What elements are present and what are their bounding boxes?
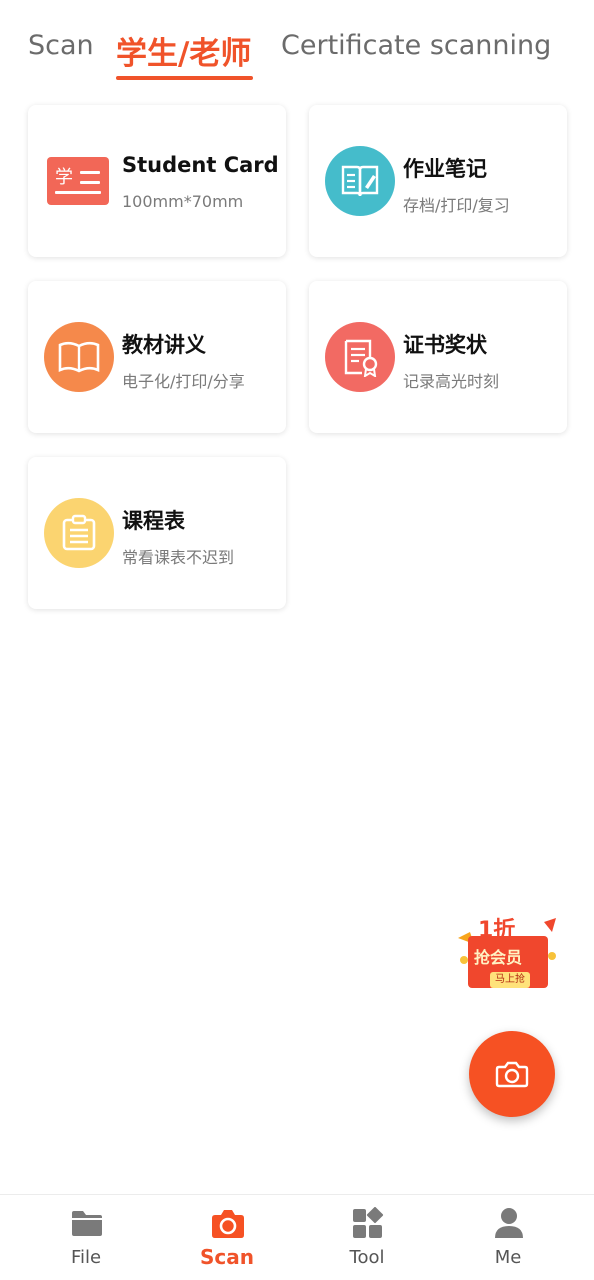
- active-tab-indicator: [116, 76, 253, 80]
- card-title: 教材讲义: [122, 333, 206, 357]
- camera-icon: [495, 1061, 529, 1088]
- nav-label: Tool: [349, 1247, 385, 1268]
- tab-student-teacher[interactable]: 学生/老师: [116, 28, 251, 73]
- camera-icon: [212, 1210, 244, 1238]
- card-title: 作业笔记: [403, 157, 487, 181]
- top-tabs: Scan 学生/老师 Certificate scanning: [0, 0, 594, 90]
- open-book-icon: [44, 322, 114, 392]
- nav-me[interactable]: Me: [458, 1195, 558, 1280]
- student-card-icon-char: 学: [55, 167, 73, 188]
- card-student-card[interactable]: 学 Student Card 100mm*70mm: [28, 105, 286, 257]
- card-subtitle: 存档/打印/复习: [403, 196, 510, 215]
- clipboard-icon: [44, 498, 114, 568]
- nav-label: Me: [494, 1247, 522, 1268]
- card-subtitle: 常看课表不迟到: [122, 548, 235, 567]
- nav-file[interactable]: File: [36, 1195, 136, 1280]
- vip-promo-badge[interactable]: 1折 抢会员 马上抢: [452, 908, 562, 1000]
- card-title: 证书奖状: [403, 333, 487, 357]
- card-title: 课程表: [122, 509, 185, 533]
- nav-label: File: [70, 1247, 102, 1268]
- card-certificates-awards[interactable]: 证书奖状 记录高光时刻: [309, 281, 567, 433]
- card-subtitle: 电子化/打印/分享: [122, 372, 245, 391]
- nav-tool[interactable]: Tool: [317, 1195, 417, 1280]
- card-subtitle: 记录高光时刻: [403, 372, 500, 391]
- card-subtitle: 100mm*70mm: [122, 192, 244, 211]
- notebook-icon: [325, 146, 395, 216]
- promo-vip-text: 抢会员: [474, 948, 523, 967]
- promo-grab-button: 马上抢: [490, 972, 530, 988]
- tab-scan[interactable]: Scan: [28, 30, 94, 61]
- nav-label: Scan: [200, 1245, 254, 1269]
- folder-icon: [72, 1211, 102, 1236]
- card-homework-notes[interactable]: 作业笔记 存档/打印/复习: [309, 105, 567, 257]
- card-class-schedule[interactable]: 课程表 常看课表不迟到: [28, 457, 286, 609]
- bottom-nav: File Scan Tool Me: [0, 1194, 594, 1280]
- student-card-icon: 学: [47, 157, 109, 205]
- person-icon: [495, 1208, 523, 1238]
- nav-scan[interactable]: Scan: [177, 1195, 277, 1280]
- card-title: Student Card: [122, 153, 279, 177]
- card-textbook-handouts[interactable]: 教材讲义 电子化/打印/分享: [28, 281, 286, 433]
- certificate-icon: [325, 322, 395, 392]
- camera-fab-button[interactable]: [469, 1031, 555, 1117]
- tab-certificate-scanning[interactable]: Certificate scanning: [281, 30, 551, 61]
- tools-grid-icon: [353, 1207, 384, 1238]
